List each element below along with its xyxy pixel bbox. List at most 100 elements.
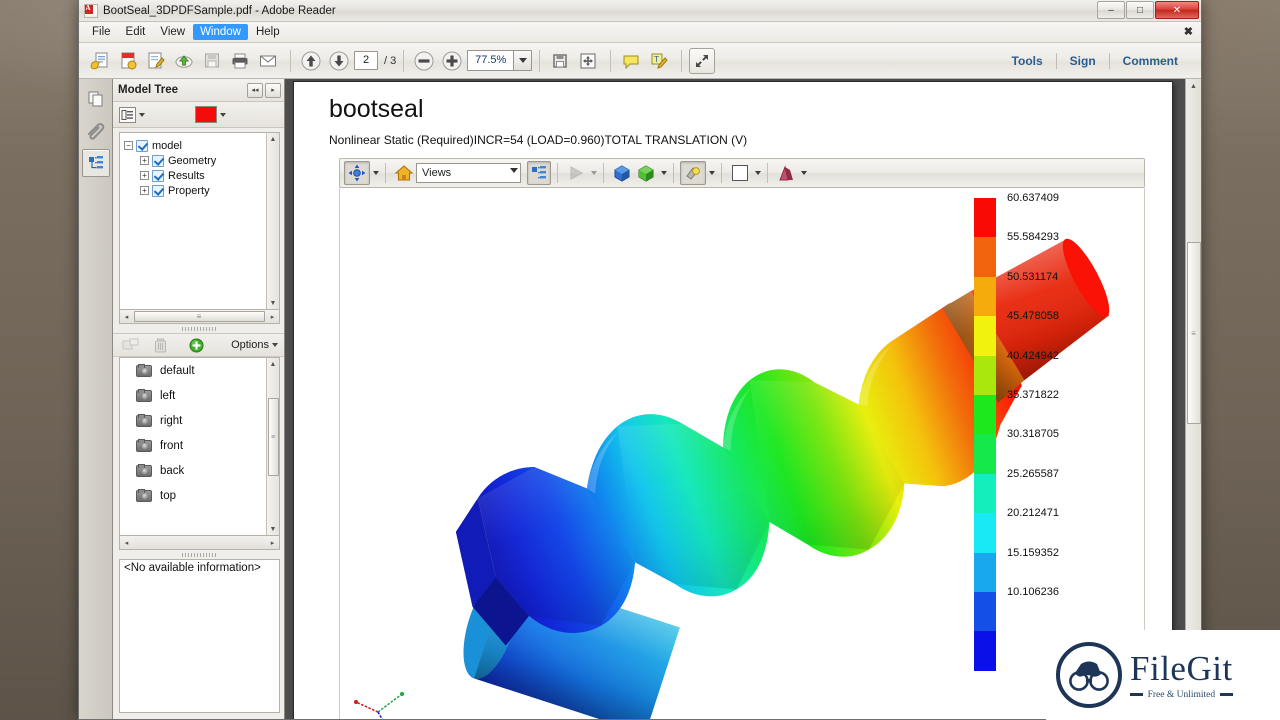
plus-circle-icon[interactable] bbox=[439, 48, 465, 74]
menu-help[interactable]: Help bbox=[249, 24, 287, 40]
scroll-right-arrow-icon[interactable]: ▸ bbox=[266, 537, 279, 549]
list-item[interactable]: left bbox=[120, 383, 279, 408]
tree-options-icon[interactable] bbox=[119, 106, 136, 123]
chevron-down-icon[interactable] bbox=[510, 168, 518, 173]
list-item[interactable]: default bbox=[120, 358, 279, 383]
zoom-level-input[interactable]: 77.5% bbox=[467, 50, 514, 71]
views-vertical-scrollbar[interactable]: ▲ ≡ ▼ bbox=[266, 358, 279, 535]
document-close-button[interactable]: ✖ bbox=[1184, 25, 1193, 38]
close-button[interactable]: ✕ bbox=[1155, 1, 1199, 19]
views-options-button[interactable]: Options bbox=[231, 339, 278, 351]
model-tree-icon[interactable] bbox=[81, 149, 110, 177]
sticky-note-icon[interactable] bbox=[618, 48, 644, 74]
tree-vertical-scrollbar[interactable]: ▲ ▼ bbox=[266, 133, 279, 309]
page-vertical-scrollbar[interactable]: ▲ ≡ ▼ bbox=[1185, 79, 1201, 719]
model-tree-nodes[interactable]: − model + Geometry + Results + Property … bbox=[119, 132, 280, 310]
tree-scroll-track[interactable] bbox=[267, 145, 280, 297]
play-animation-icon[interactable] bbox=[564, 161, 588, 185]
menu-edit[interactable]: Edit bbox=[119, 24, 153, 40]
save-file-icon[interactable] bbox=[199, 48, 225, 74]
3d-annotation[interactable]: Views 60.637409 55.584293 50.531174 45.4… bbox=[339, 158, 1145, 719]
menu-file[interactable]: File bbox=[85, 24, 118, 40]
collapse-panel-icon[interactable]: ◂◂ bbox=[247, 82, 263, 98]
highlight-text-icon[interactable]: T bbox=[646, 48, 672, 74]
list-item[interactable]: top bbox=[120, 483, 279, 508]
views-dropdown[interactable]: Views bbox=[416, 163, 521, 183]
upload-cloud-icon[interactable] bbox=[171, 48, 197, 74]
tree-node-geometry[interactable]: + Geometry bbox=[124, 153, 277, 168]
expander-icon[interactable]: + bbox=[140, 171, 149, 180]
edit-pdf-icon[interactable] bbox=[143, 48, 169, 74]
highlight-color-swatch[interactable] bbox=[195, 106, 217, 123]
rotate-3d-icon[interactable] bbox=[344, 161, 370, 185]
3d-viewport[interactable]: 60.637409 55.584293 50.531174 45.478058 … bbox=[339, 188, 1145, 719]
lighting-icon[interactable] bbox=[680, 161, 706, 185]
lighting-caret-icon[interactable] bbox=[709, 171, 715, 175]
list-item[interactable]: back bbox=[120, 458, 279, 483]
panel-splitter-1[interactable] bbox=[119, 325, 278, 332]
blue-cube-icon[interactable] bbox=[610, 161, 634, 185]
views-list[interactable]: default left right front back top ▲ ≡ ▼ bbox=[119, 357, 280, 536]
expander-icon[interactable]: − bbox=[124, 141, 133, 150]
chevron-down-icon[interactable] bbox=[513, 50, 533, 71]
green-plus-icon[interactable] bbox=[185, 336, 207, 354]
background-caret-icon[interactable] bbox=[755, 171, 761, 175]
create-pdf-icon[interactable] bbox=[115, 48, 141, 74]
tree-horizontal-scrollbar[interactable]: ◂ ≡ ▸ bbox=[119, 310, 280, 324]
sign-button[interactable]: Sign bbox=[1057, 54, 1109, 68]
views-hscroll-thumb[interactable] bbox=[134, 537, 265, 548]
read-mode-icon[interactable] bbox=[689, 47, 716, 74]
minus-circle-icon[interactable] bbox=[411, 48, 437, 74]
print-icon[interactable] bbox=[227, 48, 253, 74]
green-cube-icon[interactable] bbox=[634, 161, 658, 185]
views-scroll-track[interactable]: ≡ bbox=[267, 370, 280, 523]
expander-icon[interactable]: + bbox=[140, 186, 149, 195]
tree-node-model[interactable]: − model bbox=[124, 138, 277, 153]
menu-window[interactable]: Window bbox=[193, 24, 248, 40]
scroll-up-arrow-icon[interactable]: ▲ bbox=[267, 358, 280, 370]
checkbox-icon[interactable] bbox=[152, 184, 164, 197]
checkbox-icon[interactable] bbox=[136, 139, 148, 152]
maximize-button[interactable]: □ bbox=[1126, 1, 1154, 19]
cross-section-caret-icon[interactable] bbox=[801, 171, 807, 175]
tree-options-caret-icon[interactable] bbox=[139, 112, 145, 117]
tree-node-results[interactable]: + Results bbox=[124, 168, 277, 183]
list-item[interactable]: right bbox=[120, 408, 279, 433]
cross-section-icon[interactable] bbox=[774, 161, 798, 185]
checkbox-icon[interactable] bbox=[152, 154, 164, 167]
attachments-paperclip-icon[interactable] bbox=[82, 117, 110, 145]
list-item[interactable]: front bbox=[120, 433, 279, 458]
expand-panel-icon[interactable]: ▸ bbox=[265, 82, 281, 98]
views-horizontal-scrollbar[interactable]: ◂ ▸ bbox=[119, 536, 280, 550]
save-snapshot-icon[interactable] bbox=[547, 48, 573, 74]
arrow-up-icon[interactable] bbox=[298, 48, 324, 74]
tree-node-property[interactable]: + Property bbox=[124, 183, 277, 198]
scroll-down-arrow-icon[interactable]: ▼ bbox=[267, 523, 280, 535]
scroll-right-arrow-icon[interactable]: ▸ bbox=[266, 311, 279, 323]
comment-button[interactable]: Comment bbox=[1110, 54, 1191, 68]
rotate-tool-caret-icon[interactable] bbox=[373, 171, 379, 175]
scroll-up-arrow-icon[interactable]: ▲ bbox=[267, 133, 280, 145]
tree-hscroll-thumb[interactable]: ≡ bbox=[134, 311, 265, 322]
model-tree-toggle-icon[interactable] bbox=[527, 161, 551, 185]
menu-view[interactable]: View bbox=[153, 24, 192, 40]
page-scroll-track[interactable]: ≡ bbox=[1186, 94, 1202, 704]
fit-page-icon[interactable] bbox=[575, 48, 601, 74]
scroll-left-arrow-icon[interactable]: ◂ bbox=[120, 537, 133, 549]
page-number-input[interactable]: 2 bbox=[354, 51, 378, 70]
home-view-icon[interactable] bbox=[392, 161, 416, 185]
add-view-icon[interactable] bbox=[119, 336, 141, 354]
scroll-up-arrow-icon[interactable]: ▲ bbox=[1186, 79, 1202, 94]
checkbox-icon[interactable] bbox=[152, 169, 164, 182]
expander-icon[interactable]: + bbox=[140, 156, 149, 165]
play-caret-icon[interactable] bbox=[591, 171, 597, 175]
minimize-button[interactable]: – bbox=[1097, 1, 1125, 19]
arrow-down-icon[interactable] bbox=[326, 48, 352, 74]
scroll-left-arrow-icon[interactable]: ◂ bbox=[120, 311, 133, 323]
scroll-down-arrow-icon[interactable]: ▼ bbox=[267, 297, 280, 309]
email-icon[interactable] bbox=[255, 48, 281, 74]
trash-icon[interactable] bbox=[149, 336, 171, 354]
panel-splitter-2[interactable] bbox=[119, 551, 278, 558]
background-color-icon[interactable] bbox=[728, 161, 752, 185]
render-mode-caret-icon[interactable] bbox=[661, 171, 667, 175]
